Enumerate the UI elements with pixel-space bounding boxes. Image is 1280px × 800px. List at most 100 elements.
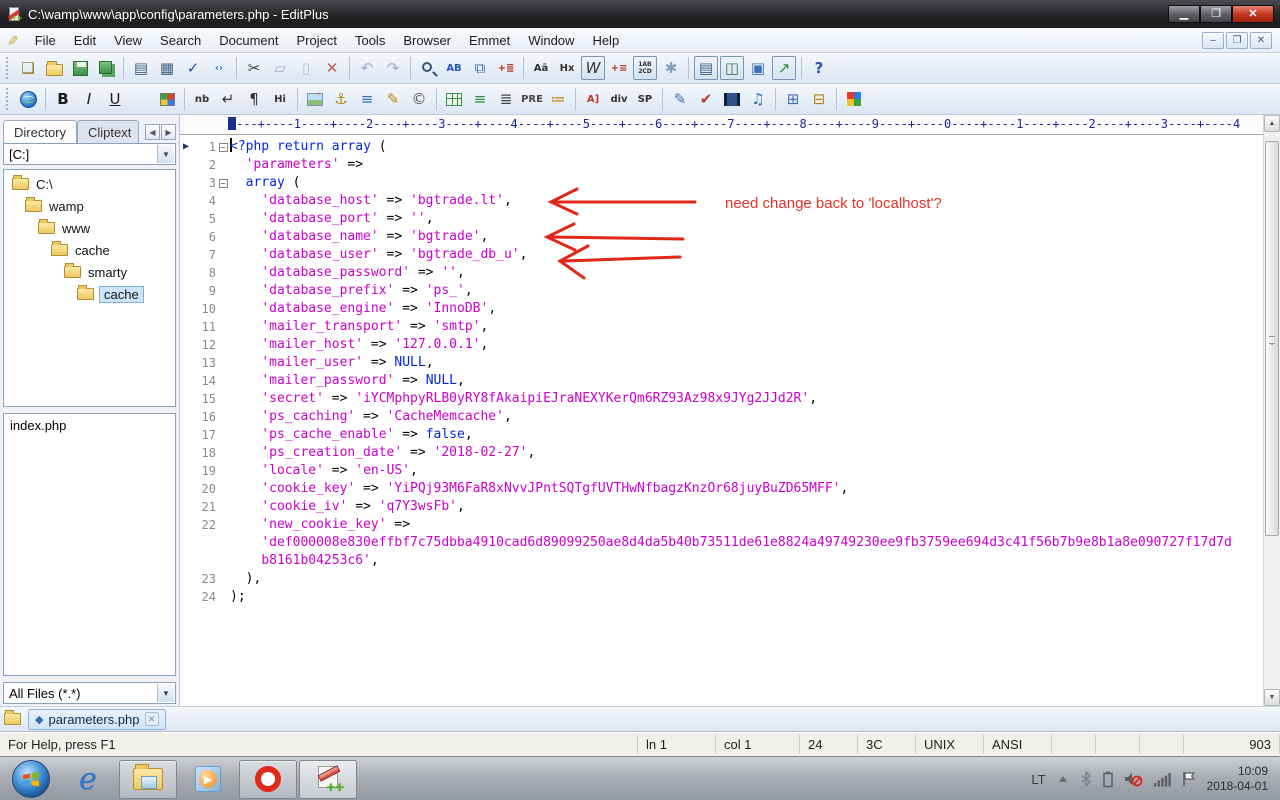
doc-minimize-button[interactable]: – (1202, 32, 1224, 49)
edit-tag-button[interactable]: ✎ (381, 87, 405, 111)
code-line-22[interactable]: 22 'new_cookie_key' => (180, 516, 1280, 534)
copy-button[interactable]: ▱ (268, 56, 292, 80)
volume-muted-icon[interactable] (1124, 771, 1143, 787)
code-line-5[interactable]: 5 'database_port' => '', (180, 210, 1280, 228)
ordered-list-button[interactable]: ≔ (546, 87, 570, 111)
tab-scroll-left-icon[interactable]: ◀ (145, 124, 160, 140)
table-tag-button[interactable] (442, 87, 466, 111)
doc-close-button[interactable]: ✕ (1250, 32, 1272, 49)
file-item-index-php[interactable]: index.php (10, 418, 169, 438)
italic-button[interactable]: I (77, 87, 101, 111)
code-line-15[interactable]: 15 'secret' => 'iYCMphpyRLB0yRY8fAkaipiE… (180, 390, 1280, 408)
save-file-button[interactable] (68, 56, 92, 80)
hex-viewer-button[interactable]: Hx (555, 56, 579, 80)
code-line-18[interactable]: 18 'ps_creation_date' => '2018-02-27', (180, 444, 1280, 462)
code-line-2[interactable]: 2 'parameters' => (180, 156, 1280, 174)
tray-expand-icon[interactable] (1056, 773, 1070, 785)
chevron-down-icon[interactable]: ▼ (157, 145, 174, 163)
tree-item-cache[interactable]: cache (4, 283, 175, 305)
undo-button[interactable]: ↶ (355, 56, 379, 80)
set-font-button[interactable]: Aā (529, 56, 553, 80)
network-signal-icon[interactable] (1153, 772, 1171, 787)
span-tag-button[interactable]: SP (633, 87, 657, 111)
code-line-21[interactable]: 21 'cookie_iv' => 'q7Y3wsFb', (180, 498, 1280, 516)
replace-button[interactable]: AB (442, 56, 466, 80)
code-line-10[interactable]: 10 'database_engine' => 'InnoDB', (180, 300, 1280, 318)
music-tag-button[interactable]: ♫ (746, 87, 770, 111)
word-wrap-button[interactable]: W (581, 56, 605, 80)
close-button[interactable]: ✕ (1232, 5, 1274, 23)
tab-cliptext[interactable]: Cliptext (77, 120, 139, 143)
context-help-button[interactable]: ? (807, 56, 831, 80)
movie-tag-button[interactable] (720, 87, 744, 111)
spell-check-button[interactable]: ✓ (181, 56, 205, 80)
document-folder-button[interactable] (2, 709, 28, 730)
tab-scroll-right-icon[interactable]: ▶ (161, 124, 176, 140)
toggle-bookmark-button[interactable]: +≣ (494, 56, 518, 80)
action-center-flag-icon[interactable] (1181, 771, 1197, 787)
horizontal-rule-button[interactable]: ≡ (355, 87, 379, 111)
code-line-7[interactable]: 7 'database_user' => 'bgtrade_db_u', (180, 246, 1280, 264)
doc-restore-button[interactable]: ❐ (1226, 32, 1248, 49)
delete-button[interactable]: ✕ (320, 56, 344, 80)
menu-project[interactable]: Project (288, 30, 346, 51)
toolbar-handle-2[interactable] (6, 88, 10, 110)
menu-emmet[interactable]: Emmet (460, 30, 519, 51)
code-line-16[interactable]: 16 'ps_caching' => 'CacheMemcache', (180, 408, 1280, 426)
code-line-wrap[interactable]: 'def000008e830effbf7c75dbba4910cad6d8909… (180, 534, 1280, 552)
code-line-4[interactable]: 4 'database_host' => 'bgtrade.lt', (180, 192, 1280, 210)
code-line-6[interactable]: 6 'database_name' => 'bgtrade', (180, 228, 1280, 246)
bluetooth-icon[interactable] (1080, 771, 1092, 787)
list-tag-button[interactable]: ≡ (468, 87, 492, 111)
tree-item-cache[interactable]: cache (4, 239, 175, 261)
browser-new-window-button[interactable]: ↗ (772, 56, 796, 80)
cliptext-window-button[interactable]: ▤ (694, 56, 718, 80)
code-line-12[interactable]: 12 'mailer_host' => '127.0.0.1', (180, 336, 1280, 354)
taskbar-media-player[interactable]: ▶ (179, 760, 237, 799)
find-in-files-button[interactable]: ⧉ (468, 56, 492, 80)
document-tab-parameters[interactable]: ◆ parameters.php ✕ (28, 709, 166, 730)
heading-tag-button[interactable]: Hi (268, 87, 292, 111)
font-color-button[interactable] (129, 87, 153, 111)
menu-search[interactable]: Search (151, 30, 210, 51)
print-preview-button[interactable]: ▤ (129, 56, 153, 80)
anchor-tag-button[interactable]: ⚓ (329, 87, 353, 111)
paste-button[interactable]: ▯ (294, 56, 318, 80)
menu-document[interactable]: Document (210, 30, 287, 51)
validate-html-button[interactable]: ✔ (694, 87, 718, 111)
auto-indent-button[interactable]: +≡ (607, 56, 631, 80)
code-line-8[interactable]: 8 'database_password' => '', (180, 264, 1280, 282)
preferences-button[interactable]: ✱ (659, 56, 683, 80)
print-button[interactable]: ▦ (155, 56, 179, 80)
code-line-wrap[interactable]: b8161b04253c6', (180, 552, 1280, 570)
user-tool-button[interactable] (842, 87, 866, 111)
menu-help[interactable]: Help (583, 30, 628, 51)
special-character-button[interactable]: © (407, 87, 431, 111)
nonbreaking-space-button[interactable]: nb (190, 87, 214, 111)
form-field-button[interactable]: ⊟ (807, 87, 831, 111)
toolbar-handle[interactable] (6, 57, 10, 79)
form-tag-button[interactable]: ⊞ (781, 87, 805, 111)
menu-view[interactable]: View (105, 30, 151, 51)
taskbar-editplus[interactable]: ++ (299, 760, 357, 799)
vertical-scrollbar[interactable]: ▲ ▼ (1263, 115, 1280, 706)
fold-toggle-icon[interactable]: − (216, 174, 230, 192)
line-break-button[interactable]: ↵ (216, 87, 240, 111)
cut-button[interactable]: ✂ (242, 56, 266, 80)
menu-file[interactable]: File (26, 30, 65, 51)
find-button[interactable] (416, 56, 440, 80)
editor-area[interactable]: ---+----1----+----2----+----3----+----4-… (180, 115, 1280, 706)
code-line-14[interactable]: 14 'mailer_password' => NULL, (180, 372, 1280, 390)
underline-button[interactable]: U (103, 87, 127, 111)
chevron-down-icon[interactable]: ▼ (157, 684, 174, 702)
restore-button[interactable]: ❐ (1200, 5, 1232, 23)
code-line-3[interactable]: 3− array ( (180, 174, 1280, 192)
tree-item-smarty[interactable]: smarty (4, 261, 175, 283)
menu-tools[interactable]: Tools (346, 30, 394, 51)
code-line-23[interactable]: 23 ), (180, 570, 1280, 588)
drive-selector[interactable]: [C:] ▼ (3, 143, 176, 165)
save-all-button[interactable] (94, 56, 118, 80)
browser-preview-button[interactable] (16, 87, 40, 111)
bold-button[interactable]: B (51, 87, 75, 111)
fold-toggle-icon[interactable]: − (216, 138, 230, 156)
